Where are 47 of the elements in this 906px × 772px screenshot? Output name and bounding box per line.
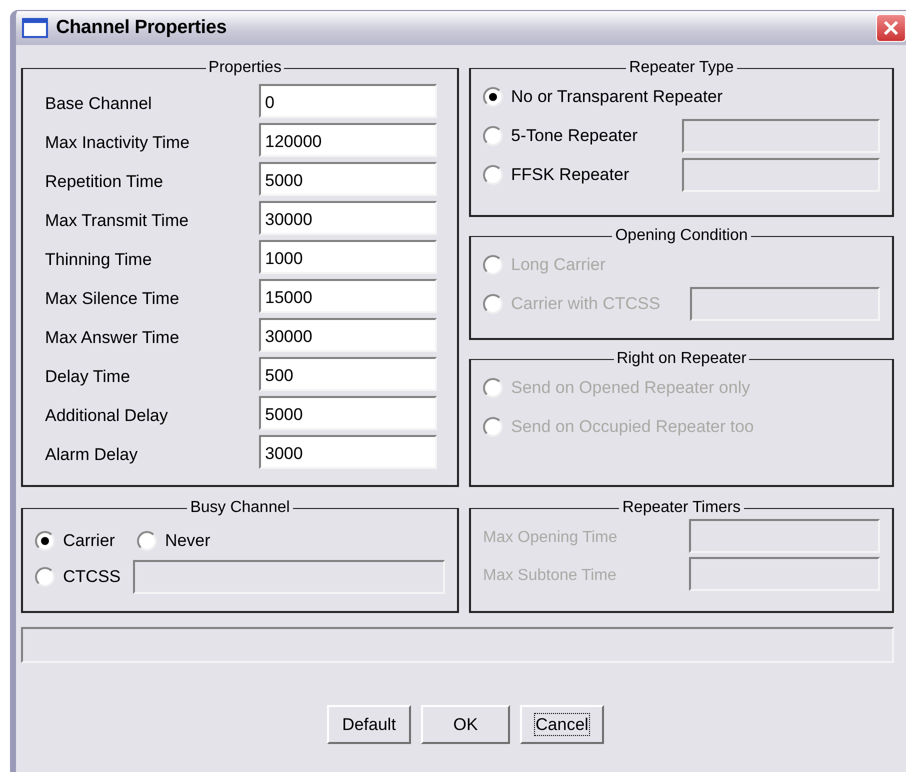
field-label: Max Opening Time bbox=[483, 528, 618, 547]
input-field[interactable]: 3000 bbox=[259, 434, 437, 468]
input-field[interactable]: 30000 bbox=[259, 318, 437, 352]
field-label: Thinning Time bbox=[45, 248, 153, 270]
input-field[interactable]: 15000 bbox=[259, 278, 437, 312]
radio-option[interactable]: No or Transparent Repeater bbox=[483, 86, 723, 106]
input-field[interactable] bbox=[689, 519, 880, 553]
close-icon bbox=[881, 18, 901, 38]
group-title: Repeater Timers bbox=[621, 499, 742, 517]
radio-option[interactable]: FFSK Repeater bbox=[483, 164, 630, 184]
input-field[interactable] bbox=[689, 557, 880, 591]
input-field[interactable] bbox=[690, 286, 880, 320]
input-field[interactable]: 500 bbox=[259, 356, 437, 390]
radio-option[interactable]: Never bbox=[136, 531, 210, 551]
group-title: Right on Repeater bbox=[616, 350, 748, 368]
input-field[interactable]: 1000 bbox=[259, 240, 437, 274]
field-label: Max Transmit Time bbox=[45, 210, 190, 230]
input-field[interactable]: 5000 bbox=[259, 396, 437, 430]
field-label: Additional Delay bbox=[45, 404, 169, 426]
input-field[interactable] bbox=[682, 158, 880, 192]
window-title: Channel Properties bbox=[56, 17, 227, 39]
field-label: Max Answer Time bbox=[45, 326, 180, 348]
field-label: Base Channel bbox=[45, 92, 153, 114]
field-label: Max Inactivity Time bbox=[45, 132, 191, 152]
dialog-button[interactable]: Cancel bbox=[520, 705, 604, 744]
field-label: Delay Time bbox=[45, 366, 132, 386]
field-label: Max Silence Time bbox=[45, 288, 180, 308]
dialog-button[interactable]: OK bbox=[421, 705, 510, 744]
dialog-button[interactable]: Default bbox=[327, 705, 411, 744]
group-title: Opening Condition bbox=[614, 227, 749, 245]
close-button[interactable] bbox=[876, 14, 906, 42]
input-field[interactable]: 0 bbox=[259, 84, 437, 118]
radio-option[interactable]: CTCSS bbox=[35, 567, 121, 587]
radio-option[interactable]: 5-Tone Repeater bbox=[483, 126, 638, 146]
group-title: Properties bbox=[208, 59, 282, 77]
input-field[interactable]: 30000 bbox=[259, 200, 437, 234]
group-title: Repeater Type bbox=[628, 59, 735, 77]
input-field[interactable]: 120000 bbox=[259, 122, 437, 156]
group-title: Busy Channel bbox=[189, 499, 291, 517]
input-field[interactable] bbox=[132, 560, 445, 594]
window-icon bbox=[22, 18, 48, 38]
input-field[interactable] bbox=[682, 118, 880, 152]
input-field[interactable]: 5000 bbox=[259, 162, 437, 196]
radio-option[interactable]: Carrier bbox=[35, 531, 115, 551]
field-label: Max Subtone Time bbox=[483, 566, 618, 585]
field-label: Alarm Delay bbox=[45, 444, 139, 464]
field-label: Repetition Time bbox=[45, 170, 164, 192]
